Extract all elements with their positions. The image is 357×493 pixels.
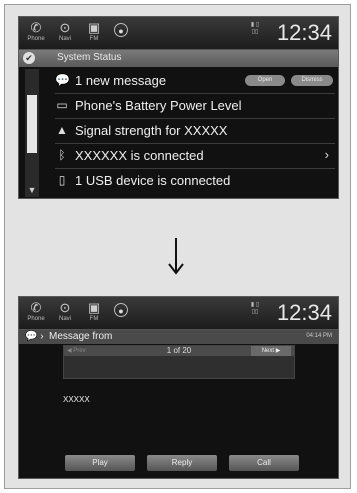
clock: 12:34 (276, 20, 332, 45)
clock: 12:34 (276, 300, 332, 325)
message-header: 💬 › Message from 04:14 PM (19, 330, 338, 344)
reply-button[interactable]: Reply (147, 455, 217, 471)
status-bar: ✆ Phone ⊙ Navi ▣ FM ● ▮ ▯ ▯▯ 12:34 (19, 297, 338, 330)
message-back-icon[interactable]: 💬 › (25, 331, 44, 342)
fm-icon: ▣ (87, 300, 101, 315)
open-button[interactable]: Open (245, 75, 285, 86)
phone-button[interactable]: ✆ Phone (25, 20, 47, 46)
scroll-down-icon[interactable]: ▼ (25, 185, 39, 195)
notification-battery[interactable]: ▭ Phone's Battery Power Level (55, 94, 335, 119)
navi-icon: ⊙ (59, 300, 71, 315)
system-status-screen: ✆ Phone ⊙ Navi ▣ FM ● ▮ ▯ ▯▯ 12:34 ✔ Syst… (18, 16, 339, 199)
scrollbar[interactable]: ▼ (25, 69, 39, 197)
scrollbar-thumb[interactable] (27, 95, 37, 153)
system-status-label: System Status (57, 52, 122, 63)
fm-icon: ▣ (87, 20, 101, 35)
dismiss-button[interactable]: Dismiss (291, 75, 333, 86)
phone-icon: ✆ (30, 300, 42, 315)
notification-bluetooth[interactable]: ᛒ XXXXXX is connected › (55, 144, 335, 169)
chevron-right-icon: › (324, 147, 329, 162)
message-navigator: ◀ Prev 1 of 20 Next ▶ (63, 345, 295, 379)
circle-icon[interactable]: ● (114, 303, 128, 317)
notification-message[interactable]: 💬 1 new message Open Dismiss (55, 69, 335, 94)
sender-name: XXXXX (63, 395, 90, 404)
usb-icon: ▯ (58, 173, 66, 187)
fm-button[interactable]: ▣ FM (83, 20, 105, 46)
status-bar: ✆ Phone ⊙ Navi ▣ FM ● ▮ ▯ ▯▯ 12:34 (19, 17, 338, 50)
notification-usb[interactable]: ▯ 1 USB device is connected (55, 169, 335, 193)
navi-icon: ⊙ (59, 20, 71, 35)
phone-button[interactable]: ✆ Phone (25, 300, 47, 326)
bluetooth-icon: ᛒ (58, 148, 66, 162)
circle-icon[interactable]: ● (114, 23, 128, 37)
message-time: 04:14 PM (306, 333, 332, 339)
call-button[interactable]: Call (229, 455, 299, 471)
next-button[interactable]: Next ▶ (251, 346, 291, 356)
message-icon: 💬 (55, 73, 70, 87)
down-arrow-icon (168, 238, 184, 275)
signal-icon: ▲ (56, 123, 68, 137)
message-title: Message from (49, 331, 113, 342)
phone-icon: ✆ (30, 20, 42, 35)
signal-status-icon: ▮ ▯ ▯▯ (250, 302, 260, 315)
message-screen: ✆ Phone ⊙ Navi ▣ FM ● ▮ ▯ ▯▯ 12:34 💬 › Me… (18, 296, 339, 479)
notification-signal[interactable]: ▲ Signal strength for XXXXX (55, 119, 335, 144)
play-button[interactable]: Play (65, 455, 135, 471)
system-status-row[interactable]: ✔ System Status (19, 50, 338, 67)
fm-button[interactable]: ▣ FM (83, 300, 105, 326)
navi-button[interactable]: ⊙ Navi (54, 20, 76, 46)
battery-icon: ▭ (56, 98, 68, 112)
check-icon: ✔ (23, 52, 35, 64)
signal-status-icon: ▮ ▯ ▯▯ (250, 22, 260, 35)
navi-button[interactable]: ⊙ Navi (54, 300, 76, 326)
